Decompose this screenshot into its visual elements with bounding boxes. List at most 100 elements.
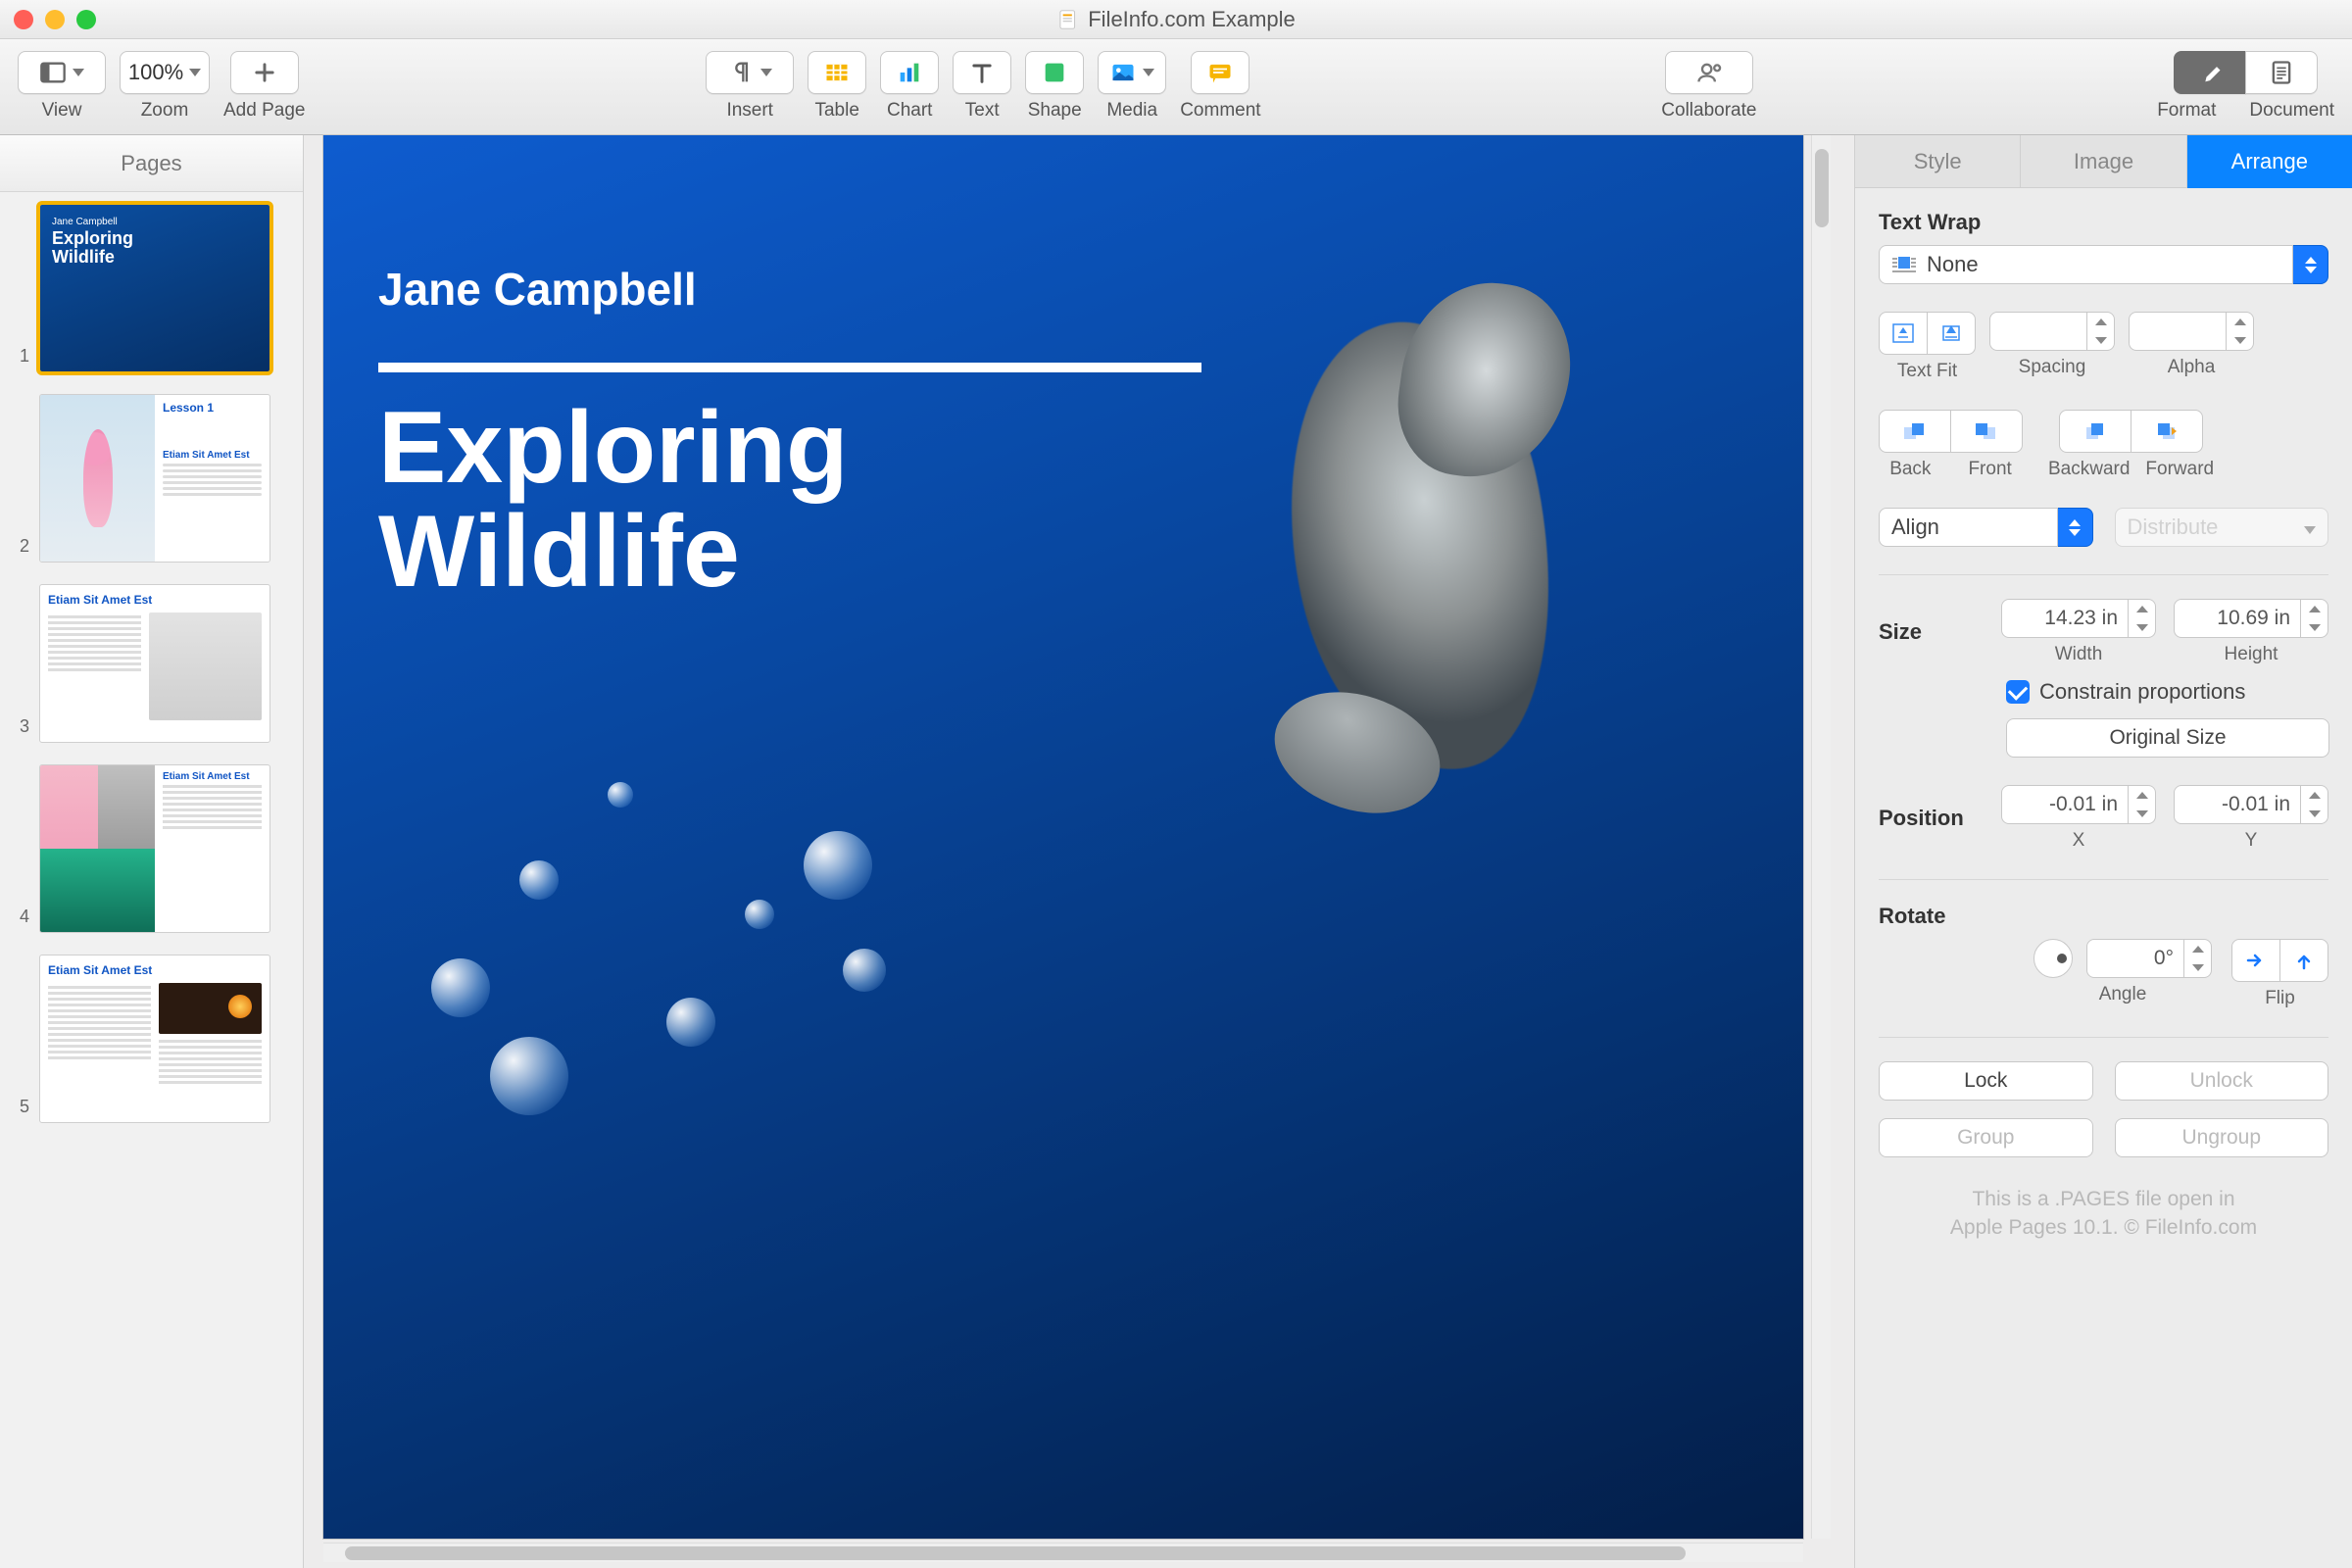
comment-button[interactable] [1191, 51, 1250, 94]
tab-image[interactable]: Image [2021, 135, 2186, 188]
page-thumb-2[interactable]: Lesson 1 Etiam Sit Amet Est [39, 394, 270, 563]
send-back-button[interactable] [1879, 410, 1951, 453]
insert-label: Insert [726, 100, 773, 122]
divider [1879, 574, 2328, 575]
rotate-dial[interactable] [2034, 939, 2073, 978]
view-label: View [42, 100, 82, 122]
distribute-value: Distribute [2128, 514, 2219, 540]
size-label: Size [1879, 619, 1982, 645]
unlock-button: Unlock [2115, 1061, 2329, 1101]
media-button[interactable] [1098, 51, 1166, 94]
page-thumb-4[interactable]: Etiam Sit Amet Est [39, 764, 270, 933]
height-label: Height [2225, 644, 2278, 665]
flip-vertical-button[interactable] [2279, 939, 2328, 982]
table-icon [823, 59, 851, 86]
thumb-number: 3 [10, 716, 29, 737]
stepper-caps-icon[interactable] [2058, 508, 2093, 547]
angle-label: Angle [2099, 984, 2147, 1005]
collaborate-icon [1695, 59, 1723, 86]
backward-label: Backward [2048, 459, 2130, 480]
arrow-right-icon [2244, 949, 2268, 972]
thumb-4-hd: Etiam Sit Amet Est [163, 771, 262, 782]
thumb-3-hd: Etiam Sit Amet Est [48, 593, 262, 607]
view-button[interactable] [18, 51, 106, 94]
stepper-caps-icon[interactable] [2293, 245, 2328, 284]
document-button[interactable] [2245, 51, 2318, 94]
constrain-label: Constrain proportions [2039, 679, 2245, 705]
width-label: Width [2055, 644, 2103, 665]
shape-button[interactable] [1025, 51, 1084, 94]
insert-button[interactable] [706, 51, 794, 94]
comment-icon [1206, 59, 1234, 86]
text-wrap-select[interactable]: None [1879, 245, 2328, 284]
close-window-button[interactable] [14, 10, 33, 29]
bring-forward-button[interactable] [2131, 410, 2203, 453]
canvas-area: Jane Campbell ExploringWildlife [304, 135, 1854, 1568]
flip-horizontal-button[interactable] [2231, 939, 2280, 982]
page-thumb-5[interactable]: Etiam Sit Amet Est [39, 955, 270, 1123]
vertical-scrollbar[interactable] [1811, 135, 1831, 1539]
zoom-value: 100% [128, 60, 183, 85]
alpha-stepper[interactable] [2129, 312, 2254, 351]
shape-label: Shape [1028, 100, 1082, 122]
page-thumb-3[interactable]: Etiam Sit Amet Est [39, 584, 270, 743]
send-backward-button[interactable] [2059, 410, 2132, 453]
text-fit-label: Text Fit [1897, 361, 1957, 382]
text-wrap-label: Text Wrap [1879, 210, 2328, 235]
y-stepper[interactable]: -0.01 in [2174, 785, 2328, 824]
table-button[interactable] [808, 51, 866, 94]
y-label: Y [2245, 830, 2258, 852]
forward-label: Forward [2145, 459, 2214, 480]
zoom-dropdown[interactable]: 100% [120, 51, 210, 94]
position-label: Position [1879, 806, 1982, 831]
page-thumbnails[interactable]: 1 Jane Campbell ExploringWildlife 2 Less… [0, 192, 303, 1568]
toolbar: View 100% Zoom Add Page Insert Tab [0, 39, 2352, 135]
x-value[interactable]: -0.01 in [2001, 785, 2129, 824]
page-thumb-1[interactable]: Jane Campbell ExploringWildlife [39, 204, 270, 372]
plus-icon [251, 59, 278, 86]
distribute-dropdown: Distribute [2115, 508, 2329, 547]
page-canvas[interactable]: Jane Campbell ExploringWildlife [323, 135, 1803, 1539]
y-value[interactable]: -0.01 in [2174, 785, 2301, 824]
inspector-footer: This is a .PAGES file open in Apple Page… [1879, 1185, 2328, 1243]
width-value[interactable]: 14.23 in [2001, 599, 2129, 638]
zoom-window-button[interactable] [76, 10, 96, 29]
format-button[interactable] [2174, 51, 2246, 94]
constrain-proportions-checkbox[interactable]: Constrain proportions [2006, 679, 2328, 705]
align-value: Align [1891, 514, 1939, 540]
chart-button[interactable] [880, 51, 939, 94]
divider [1879, 879, 2328, 880]
fit-shrink-icon [1892, 323, 1914, 343]
angle-value[interactable]: 0° [2086, 939, 2184, 978]
text-fit-shrink[interactable] [1879, 312, 1928, 355]
add-page-button[interactable] [230, 51, 299, 94]
inspector-panel: Style Image Arrange Text Wrap None [1854, 135, 2352, 1568]
h-scroll-thumb[interactable] [345, 1546, 1686, 1560]
lock-button[interactable]: Lock [1879, 1061, 2093, 1101]
window-title: FileInfo.com Example [1056, 7, 1296, 32]
bring-front-button[interactable] [1950, 410, 2023, 453]
height-value[interactable]: 10.69 in [2174, 599, 2301, 638]
horizontal-scrollbar[interactable] [323, 1543, 1803, 1562]
text-button[interactable] [953, 51, 1011, 94]
thumb-number: 2 [10, 536, 29, 557]
tab-arrange[interactable]: Arrange [2187, 135, 2352, 188]
text-fit-grow[interactable] [1927, 312, 1976, 355]
collaborate-button[interactable] [1665, 51, 1753, 94]
backward-icon [2082, 421, 2108, 441]
text-label: Text [965, 100, 1000, 122]
width-stepper[interactable]: 14.23 in [2001, 599, 2156, 638]
original-size-button[interactable]: Original Size [2006, 718, 2329, 758]
x-label: X [2073, 830, 2085, 852]
minimize-window-button[interactable] [45, 10, 65, 29]
sidebar-heading: Pages [0, 135, 303, 192]
spacing-stepper[interactable] [1989, 312, 2115, 351]
height-stepper[interactable]: 10.69 in [2174, 599, 2328, 638]
tab-style[interactable]: Style [1855, 135, 2021, 188]
rotate-label: Rotate [1879, 904, 2328, 929]
angle-stepper[interactable]: 0° [2086, 939, 2212, 978]
sidebar-icon [39, 59, 67, 86]
x-stepper[interactable]: -0.01 in [2001, 785, 2156, 824]
align-dropdown[interactable]: Align [1879, 508, 2093, 547]
v-scroll-thumb[interactable] [1815, 149, 1829, 227]
